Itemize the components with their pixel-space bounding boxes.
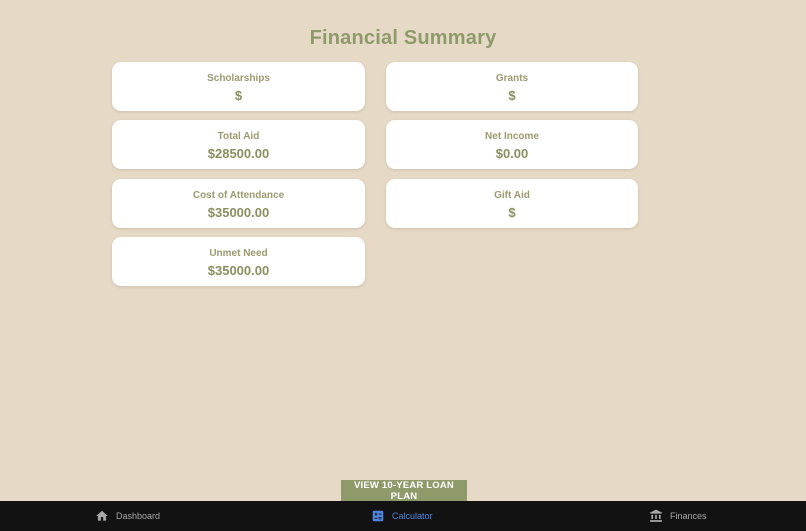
net-income-card: Net Income $0.00 [386,120,638,169]
calculator-icon [371,509,385,523]
bottom-tab-bar: Dashboard Calculator Finances [0,501,806,531]
card-value: $35000.00 [207,263,270,278]
card-value: $28500.00 [207,146,270,161]
card-label: Total Aid [217,131,260,142]
card-value: $ [234,88,243,103]
card-label: Scholarships [207,73,270,84]
card-value: $35000.00 [207,205,270,220]
grants-card: Grants $ [386,62,638,111]
card-label: Cost of Attendance [192,190,285,201]
tab-dashboard[interactable]: Dashboard [95,501,160,531]
tab-label: Calculator [392,511,433,521]
gift-aid-card: Gift Aid $ [386,179,638,228]
card-value: $0.00 [495,146,529,161]
home-icon [95,509,109,523]
bank-icon [649,509,663,523]
card-label: Net Income [485,131,539,142]
unmet-need-card: Unmet Need $35000.00 [112,237,365,286]
financial-summary-screen: Financial Summary Scholarships $ Grants … [0,0,806,531]
view-loan-plan-button[interactable]: VIEW 10-YEAR LOAN PLAN [341,480,467,502]
card-value: $ [508,205,516,220]
page-title: Financial Summary [309,27,497,49]
tab-calculator[interactable]: Calculator [371,501,433,531]
tab-label: Finances [670,511,707,521]
scholarships-card: Scholarships $ [112,62,365,111]
card-label: Gift Aid [494,190,530,201]
card-value: $ [508,88,516,103]
tab-label: Dashboard [116,511,161,521]
tab-finances[interactable]: Finances [649,501,707,531]
card-label: Unmet Need [209,248,268,259]
card-label: Grants [495,73,529,84]
cost-of-attendance-card: Cost of Attendance $35000.00 [112,179,365,228]
total-aid-card: Total Aid $28500.00 [112,120,365,169]
